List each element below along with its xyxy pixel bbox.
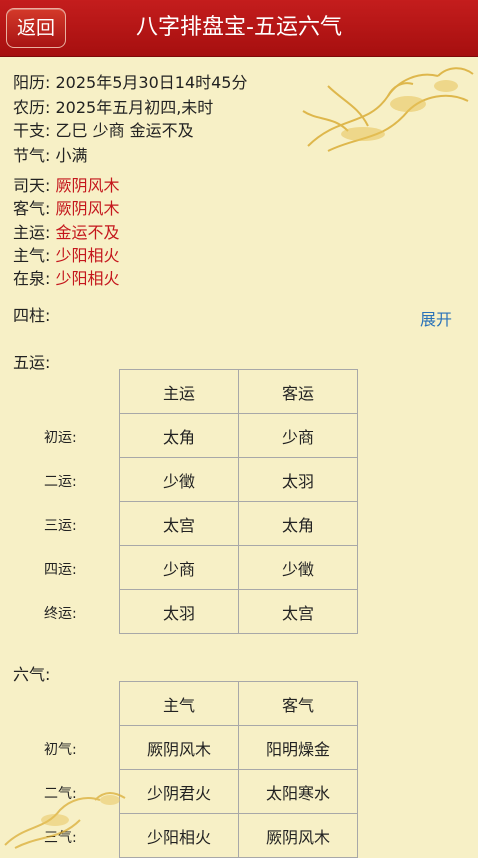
table-cell: 太羽 (119, 589, 239, 634)
zhuqi-line: 主气: 少阳相火 (13, 246, 120, 265)
title-bar: 返回 八字排盘宝-五运六气 (0, 0, 478, 57)
table-cell: 太宫 (238, 589, 358, 634)
sitian-line: 司天: 厥阴风木 (13, 176, 120, 195)
table-cell: 太羽 (238, 457, 358, 502)
table-cell: 少商 (119, 545, 239, 590)
zhuyun-line: 主运: 金运不及 (13, 223, 120, 242)
table-cell: 太阳寒水 (238, 769, 358, 814)
main-content: 阳历: 2025年5月30日14时45分 农历: 2025年五月初四,未时 干支… (0, 56, 478, 858)
table-header: 客气 (238, 681, 358, 726)
table-cell: 少徵 (119, 457, 239, 502)
pillars-label: 四柱: (13, 306, 51, 325)
liuqi-table: 主气 客气 厥阴风木 阳明燥金 少阴君火 太阳寒水 少阳相火 厥阴风木 (119, 681, 358, 858)
solar-date-line: 阳历: 2025年5月30日14时45分 (13, 73, 248, 92)
table-cell: 少商 (238, 413, 358, 458)
row-label: 初运: (44, 430, 77, 446)
solar-term-line: 节气: 小满 (13, 146, 88, 165)
table-cell: 厥阴风木 (119, 725, 239, 770)
keqi-line: 客气: 厥阴风木 (13, 199, 120, 218)
table-header: 主气 (119, 681, 239, 726)
phoenix-decoration-icon (4, 792, 126, 849)
row-label: 二运: (44, 474, 77, 490)
lunar-date-line: 农历: 2025年五月初四,未时 (13, 98, 214, 117)
row-label: 四运: (44, 562, 77, 578)
table-cell: 太角 (119, 413, 239, 458)
table-header: 主运 (119, 369, 239, 414)
row-label: 终运: (44, 606, 77, 622)
zaiquan-line: 在泉: 少阳相火 (13, 269, 120, 288)
wuyun-title: 五运: (13, 353, 51, 372)
table-cell: 太宫 (119, 501, 239, 546)
table-cell: 太角 (238, 501, 358, 546)
row-label: 三运: (44, 518, 77, 534)
table-cell: 阳明燥金 (238, 725, 358, 770)
table-cell: 厥阴风木 (238, 813, 358, 858)
page-title: 八字排盘宝-五运六气 (136, 15, 342, 40)
table-header: 客运 (238, 369, 358, 414)
liuqi-title: 六气: (13, 665, 51, 684)
expand-link[interactable]: 展开 (420, 306, 452, 330)
table-cell: 少阳相火 (119, 813, 239, 858)
ganzhi-line: 干支: 乙巳 少商 金运不及 (13, 121, 194, 140)
phoenix-decoration-icon (302, 67, 474, 152)
row-label: 初气: (44, 742, 77, 758)
table-cell: 少徵 (238, 545, 358, 590)
table-cell: 少阴君火 (119, 769, 239, 814)
wuyun-table: 主运 客运 太角 少商 少徵 太羽 太宫 太角 少商 少徵 太羽 太宫 (119, 369, 358, 634)
